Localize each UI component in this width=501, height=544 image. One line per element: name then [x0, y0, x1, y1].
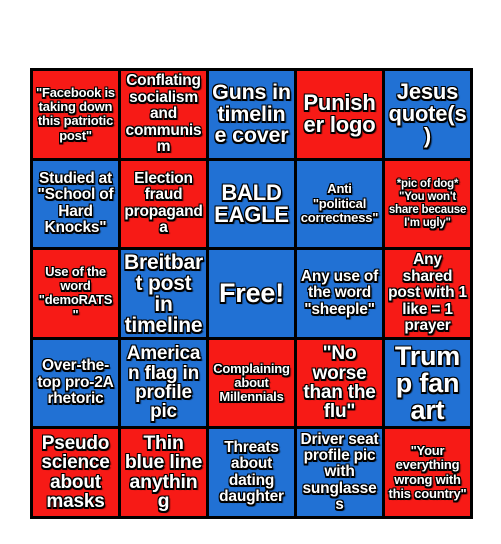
bingo-cell-label: Threats about dating daughter: [219, 438, 284, 506]
bingo-cell-r1c2[interactable]: Conflating socialism and communism: [121, 71, 206, 158]
bingo-cell-label: Trump fan art: [394, 340, 461, 425]
bingo-cell-r3c2[interactable]: Breitbart post in timeline: [121, 250, 206, 337]
bingo-cell-label: *pic of dog* "You won't share because I'…: [388, 178, 467, 229]
bingo-cell-r4c5[interactable]: Trump fan art: [385, 339, 470, 427]
bingo-cell-label: Use of the word "demoRATS": [38, 263, 113, 322]
bingo-cell-label: Pseudo science about masks: [41, 432, 110, 513]
bingo-cell-label: Free!: [218, 277, 285, 308]
bingo-cell-label: Driver seat profile pic with sunglasses: [300, 430, 379, 514]
bingo-cell-r1c1[interactable]: "Facebook is taking down this patriotic …: [33, 71, 118, 158]
bingo-cell-r1c3[interactable]: Guns in timeline cover: [209, 71, 294, 158]
bingo-cell-r5c3[interactable]: Threats about dating daughter: [209, 429, 294, 516]
bingo-cell-label: Complaining about Millennials: [213, 360, 290, 405]
bingo-cell-label: Breitbart post in timeline: [124, 250, 203, 337]
bingo-cell-r4c1[interactable]: Over-the-top pro-2A rhetoric: [33, 339, 118, 427]
bingo-cell-r2c5[interactable]: *pic of dog* "You won't share because I'…: [385, 160, 470, 248]
bingo-cell-r5c5[interactable]: "Your everything wrong with this country…: [385, 429, 470, 516]
bingo-cell-label: American flag in profile pic: [126, 343, 201, 423]
bingo-cell-label: Studied at "School of Hard Knocks": [37, 170, 114, 237]
bingo-cell-label: "No worse than the flu": [303, 343, 376, 423]
bingo-cell-r5c1[interactable]: Pseudo science about masks: [33, 429, 118, 516]
bingo-cell-label: Jesus quote(s): [388, 79, 467, 149]
bingo-cell-label: Guns in timeline cover: [212, 80, 291, 148]
bingo-cell-label: Punisher logo: [303, 90, 376, 138]
bingo-cell-label: Any shared post with 1 like = 1 prayer: [388, 251, 467, 335]
bingo-card-grid: "Facebook is taking down this patriotic …: [30, 68, 473, 519]
bingo-cell-r1c4[interactable]: Punisher logo: [297, 71, 382, 158]
bingo-cell-label: Conflating socialism and communism: [125, 72, 202, 155]
bingo-cell-r2c2[interactable]: Election fraud propaganda: [121, 160, 206, 248]
bingo-cell-label: Anti "political correctness": [300, 181, 379, 226]
bingo-cell-r5c2[interactable]: Thin blue line anything: [121, 429, 206, 516]
bingo-cell-label: "Facebook is taking down this patriotic …: [36, 84, 115, 143]
bingo-cell-r2c4[interactable]: Anti "political correctness": [297, 160, 382, 248]
bingo-cell-label: BALD EAGLE: [214, 179, 289, 227]
bingo-cell-label: "Your everything wrong with this country…: [388, 443, 467, 501]
bingo-cell-r4c3[interactable]: Complaining about Millennials: [209, 339, 294, 427]
bingo-cell-r4c2[interactable]: American flag in profile pic: [121, 339, 206, 427]
bingo-cell-label: Over-the-top pro-2A rhetoric: [37, 357, 114, 408]
bingo-cell-r2c3[interactable]: BALD EAGLE: [209, 160, 294, 248]
bingo-cell-r4c4[interactable]: "No worse than the flu": [297, 339, 382, 427]
bingo-cell-label: Any use of the word "sheeple": [300, 267, 379, 318]
bingo-cell-r3c4[interactable]: Any use of the word "sheeple": [297, 250, 382, 337]
bingo-cell-r3c3[interactable]: Free!: [209, 250, 294, 337]
bingo-cell-r3c1[interactable]: Use of the word "demoRATS": [33, 250, 118, 337]
bingo-cell-r1c5[interactable]: Jesus quote(s): [385, 71, 470, 158]
bingo-cell-label: Election fraud propaganda: [124, 170, 203, 237]
bingo-cell-r3c5[interactable]: Any shared post with 1 like = 1 prayer: [385, 250, 470, 337]
bingo-cell-r2c1[interactable]: Studied at "School of Hard Knocks": [33, 160, 118, 248]
bingo-cell-r5c4[interactable]: Driver seat profile pic with sunglasses: [297, 429, 382, 516]
bingo-cell-label: Thin blue line anything: [124, 431, 203, 513]
